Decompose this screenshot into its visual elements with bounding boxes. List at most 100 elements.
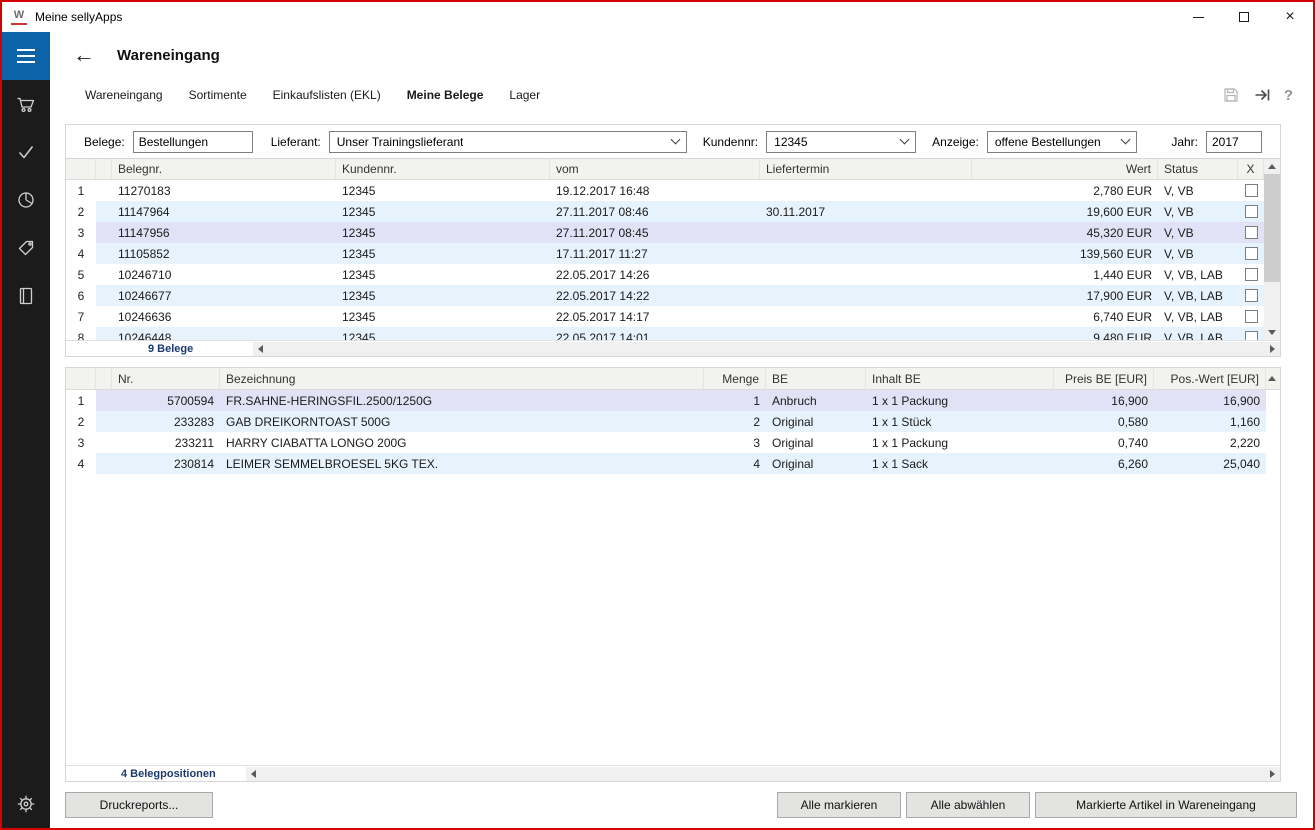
druckreports-button[interactable]: Druckreports... [65, 792, 213, 818]
scroll-left-arrow[interactable] [253, 342, 268, 356]
scroll-up-arrow[interactable] [1266, 368, 1280, 389]
position-table-row[interactable]: 2233283GAB DREIKORNTOAST 500G2Original1 … [66, 411, 1280, 432]
minimize-button[interactable] [1175, 2, 1221, 32]
lieferant-dropdown[interactable]: Unser Trainingslieferant [329, 131, 687, 153]
anzeige-dropdown[interactable]: offene Bestellungen [987, 131, 1137, 153]
sidebar-item-catalog[interactable] [2, 272, 50, 320]
kundennr-cell: 12345 [336, 201, 550, 222]
row-checkbox[interactable] [1245, 268, 1258, 281]
scroll-right-arrow[interactable] [1265, 342, 1280, 356]
bezeichnung-cell: LEIMER SEMMELBROESEL 5KG TEX. [220, 453, 704, 474]
tab-wareneingang[interactable]: Wareneingang [85, 88, 163, 102]
status-cell: V, VB [1158, 201, 1238, 222]
sidebar-item-cart[interactable] [2, 80, 50, 128]
col-status[interactable]: Status [1158, 159, 1238, 179]
col-be[interactable]: BE [766, 368, 866, 389]
belege-table-row[interactable]: 3111479561234527.11.2017 08:4545,320 EUR… [66, 222, 1264, 243]
sidebar-item-settings[interactable] [2, 780, 50, 828]
position-table-row[interactable]: 15700594FR.SAHNE-HERINGSFIL.2500/1250G1A… [66, 390, 1280, 411]
jahr-input[interactable] [1206, 131, 1262, 153]
scrollbar-thumb[interactable] [1264, 174, 1280, 282]
col-kundennr[interactable]: Kundennr. [336, 159, 550, 179]
belege-table-row[interactable]: 6102466771234522.05.2017 14:2217,900 EUR… [66, 285, 1264, 306]
row-number: 1 [66, 390, 96, 411]
vom-cell: 17.11.2017 11:27 [550, 243, 760, 264]
menu-button[interactable] [2, 32, 50, 80]
row-checkbox[interactable] [1245, 289, 1258, 302]
close-button[interactable]: × [1267, 2, 1313, 32]
col-bezeichnung[interactable]: Bezeichnung [220, 368, 704, 389]
artikelnr-cell: 233211 [112, 432, 220, 453]
row-checkbox[interactable] [1245, 226, 1258, 239]
help-icon[interactable]: ? [1284, 87, 1293, 104]
checkbox-cell [1238, 285, 1264, 306]
col-menge[interactable]: Menge [704, 368, 766, 389]
col-liefertermin[interactable]: Liefertermin [760, 159, 972, 179]
belege-table-row[interactable]: 2111479641234527.11.2017 08:4630.11.2017… [66, 201, 1264, 222]
belege-label: Belege: [84, 135, 125, 149]
position-table-row[interactable]: 3233211HARRY CIABATTA LONGO 200G3Origina… [66, 432, 1280, 453]
bezeichnung-cell: HARRY CIABATTA LONGO 200G [220, 432, 704, 453]
row-checkbox[interactable] [1245, 331, 1258, 340]
minimize-icon [1193, 17, 1204, 18]
save-icon[interactable] [1222, 86, 1240, 104]
row-marker [96, 432, 112, 453]
row-number: 5 [66, 264, 96, 285]
cart-icon [16, 94, 36, 114]
positionen-table-header: Nr. Bezeichnung Menge BE Inhalt BE Preis… [66, 368, 1280, 390]
scroll-down-arrow[interactable] [1264, 325, 1280, 340]
maximize-icon [1239, 12, 1249, 22]
scroll-right-arrow[interactable] [1265, 767, 1280, 781]
tab-einkaufslisten[interactable]: Einkaufslisten (EKL) [273, 88, 381, 102]
belegnr-cell: 11105852 [112, 243, 336, 264]
kundennr-cell: 12345 [336, 306, 550, 327]
sidebar-item-statistics[interactable] [2, 176, 50, 224]
row-checkbox[interactable] [1245, 310, 1258, 323]
col-belegnr[interactable]: Belegnr. [112, 159, 336, 179]
tab-sortimente[interactable]: Sortimente [189, 88, 247, 102]
col-wert[interactable]: Wert [972, 159, 1158, 179]
row-checkbox[interactable] [1245, 184, 1258, 197]
triangle-right-icon [1270, 345, 1275, 353]
belege-table-row[interactable]: 8102464481234522.05.2017 14:019,480 EURV… [66, 327, 1264, 340]
col-preis-be[interactable]: Preis BE [EUR] [1054, 368, 1154, 389]
col-pos-wert[interactable]: Pos.-Wert [EUR] [1154, 368, 1266, 389]
vom-cell: 27.11.2017 08:46 [550, 201, 760, 222]
alle-markieren-button[interactable]: Alle markieren [777, 792, 901, 818]
position-table-row[interactable]: 4230814LEIMER SEMMELBROESEL 5KG TEX.4Ori… [66, 453, 1280, 474]
belege-table-row[interactable]: 4111058521234517.11.2017 11:27139,560 EU… [66, 243, 1264, 264]
row-marker [96, 306, 112, 327]
liefertermin-cell [760, 327, 972, 340]
be-cell: Original [766, 453, 866, 474]
belege-table-row[interactable]: 7102466361234522.05.2017 14:176,740 EURV… [66, 306, 1264, 327]
menge-cell: 2 [704, 411, 766, 432]
markierte-artikel-button[interactable]: Markierte Artikel in Wareneingang [1035, 792, 1297, 818]
forward-icon[interactable] [1253, 86, 1271, 104]
col-x[interactable]: X [1238, 159, 1264, 179]
sidebar-item-offers[interactable] [2, 224, 50, 272]
tab-meine-belege[interactable]: Meine Belege [407, 88, 484, 102]
scroll-up-arrow[interactable] [1264, 159, 1280, 174]
horizontal-scrollbar[interactable] [253, 342, 1280, 356]
row-checkbox[interactable] [1245, 205, 1258, 218]
status-cell: V, VB, LAB [1158, 264, 1238, 285]
col-vom[interactable]: vom [550, 159, 760, 179]
vertical-scrollbar[interactable] [1264, 159, 1280, 340]
row-checkbox[interactable] [1245, 247, 1258, 260]
col-inhalt-be[interactable]: Inhalt BE [866, 368, 1054, 389]
belege-input[interactable] [133, 131, 253, 153]
belegnr-cell: 10246448 [112, 327, 336, 340]
belege-panel: Belege: Lieferant: Unser Trainingsliefer… [65, 124, 1281, 357]
artikelnr-cell: 230814 [112, 453, 220, 474]
kundennr-dropdown[interactable]: 12345 [766, 131, 916, 153]
sidebar-item-tasks[interactable] [2, 128, 50, 176]
horizontal-scrollbar[interactable] [246, 767, 1280, 781]
back-button[interactable]: ← [73, 44, 95, 66]
col-nr[interactable]: Nr. [112, 368, 220, 389]
belege-table-row[interactable]: 5102467101234522.05.2017 14:261,440 EURV… [66, 264, 1264, 285]
belege-table-row[interactable]: 1112701831234519.12.2017 16:482,780 EURV… [66, 180, 1264, 201]
maximize-button[interactable] [1221, 2, 1267, 32]
tab-lager[interactable]: Lager [509, 88, 540, 102]
scroll-left-arrow[interactable] [246, 767, 261, 781]
alle-abwaehlen-button[interactable]: Alle abwählen [906, 792, 1030, 818]
